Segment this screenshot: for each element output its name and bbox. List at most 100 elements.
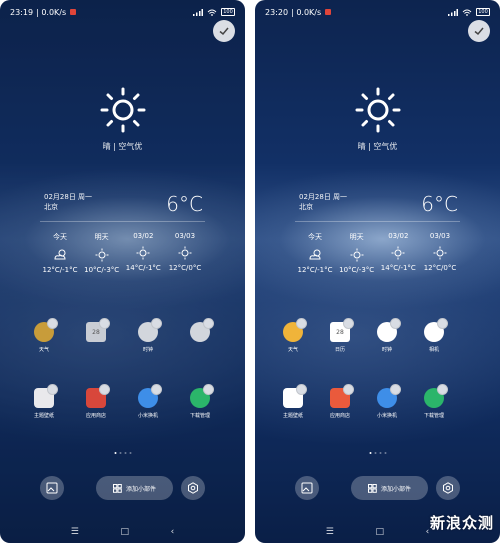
current-temp: 6°C — [166, 192, 203, 216]
current-temp: 6°C — [421, 192, 458, 216]
add-widget-button[interactable]: 添加小部件 — [96, 476, 173, 500]
settings-button[interactable] — [436, 476, 460, 500]
select-badge[interactable] — [296, 318, 307, 329]
date-label: 02月28日 周一 — [299, 193, 348, 201]
theme-app-icon — [283, 384, 307, 408]
app-label: 时钟 — [381, 347, 392, 353]
bottom-bar: 添加小部件 — [295, 476, 460, 500]
app-label: 小米换机 — [376, 413, 397, 419]
back-icon[interactable]: ‹ — [171, 527, 175, 537]
menu-icon[interactable]: ☰ — [326, 527, 334, 537]
forecast-row: 今天 12°C/-1°C 明天 10°C/-3°C 03/02 14°C/-1°… — [40, 232, 205, 274]
record-icon — [325, 9, 332, 15]
forecast-label: 明天 — [349, 233, 364, 241]
app-calendar[interactable]: 28 日历 — [320, 318, 360, 353]
confirm-button[interactable] — [213, 20, 235, 42]
image-icon — [46, 482, 58, 494]
app-label: 应用商店 — [85, 413, 106, 419]
app-theme[interactable]: 主题壁纸 — [273, 384, 313, 419]
status-sep: | — [291, 7, 294, 17]
select-badge[interactable] — [47, 384, 58, 395]
select-badge[interactable] — [203, 318, 214, 329]
theme-app-icon — [34, 384, 58, 408]
app-store[interactable]: 应用商店 — [76, 384, 116, 419]
forecast-range: 10°C/-3°C — [339, 266, 375, 274]
record-icon — [70, 9, 77, 15]
app-clock[interactable]: 时钟 — [367, 318, 407, 353]
sun-icon — [433, 246, 447, 260]
status-sep: | — [36, 7, 39, 17]
app-camera[interactable]: 相机 — [414, 318, 454, 353]
app-migrate[interactable]: 小米换机 — [128, 384, 168, 419]
app-theme[interactable]: 主题壁纸 — [24, 384, 64, 419]
phone-screen-left: 23:19 | 0.0K/s 100 晴 | 空气优 02月28日 周一 北京 … — [0, 0, 245, 543]
city-label: 北京 — [44, 203, 58, 211]
forecast-day: 03/03 12°C/0°C — [165, 232, 205, 274]
select-badge[interactable] — [151, 318, 162, 329]
app-weather[interactable]: 天气 — [24, 318, 64, 353]
download-app-icon — [424, 384, 448, 408]
wallpaper-button[interactable] — [40, 476, 64, 500]
camera-app-icon — [424, 318, 448, 342]
gear-icon — [188, 482, 198, 494]
select-badge[interactable] — [99, 384, 110, 395]
confirm-button[interactable] — [468, 20, 490, 42]
select-badge[interactable] — [343, 318, 354, 329]
select-badge[interactable] — [203, 384, 214, 395]
app-migrate[interactable]: 小米换机 — [367, 384, 407, 419]
check-icon — [219, 27, 229, 36]
date-block: 02月28日 周一 北京 — [44, 192, 92, 212]
app-weather[interactable]: 天气 — [273, 318, 313, 353]
cloud-sun-icon — [53, 248, 67, 262]
home-icon[interactable]: □ — [120, 527, 129, 537]
app-label: 天气 — [38, 347, 49, 353]
select-badge[interactable] — [390, 384, 401, 395]
page-dot — [114, 452, 116, 454]
select-badge[interactable] — [343, 384, 354, 395]
sun-icon — [178, 246, 192, 260]
weather-condition: 晴 | 空气优 — [102, 142, 143, 151]
page-indicator — [114, 452, 131, 454]
wallpaper-button[interactable] — [295, 476, 319, 500]
app-label: 下载管理 — [423, 413, 444, 419]
status-bar: 23:19 | 0.0K/s 100 — [10, 6, 235, 18]
home-icon[interactable]: □ — [375, 527, 384, 537]
menu-icon[interactable]: ☰ — [71, 527, 79, 537]
calendar-app-icon: 28 — [330, 318, 354, 342]
app-downloads[interactable]: 下载管理 — [414, 384, 454, 419]
weather-app-icon — [283, 318, 307, 342]
add-widget-button[interactable]: 添加小部件 — [351, 476, 428, 500]
select-badge[interactable] — [437, 384, 448, 395]
sun-icon — [95, 248, 109, 262]
select-badge[interactable] — [296, 384, 307, 395]
select-badge[interactable] — [390, 318, 401, 329]
forecast-range: 12°C/0°C — [423, 264, 457, 272]
forecast-day: 03/02 14°C/-1°C — [378, 232, 418, 274]
divider — [295, 221, 460, 222]
forecast-day: 明天 10°C/-3°C — [337, 232, 377, 274]
app-camera[interactable] — [180, 318, 220, 346]
select-badge[interactable] — [437, 318, 448, 329]
app-label: 小米换机 — [137, 413, 158, 419]
settings-button[interactable] — [181, 476, 205, 500]
battery-icon: 100 — [476, 8, 490, 16]
calendar-day: 28 — [336, 328, 344, 336]
signal-icon — [193, 8, 203, 16]
app-clock[interactable]: 时钟 — [128, 318, 168, 353]
forecast-range: 12°C/0°C — [168, 264, 202, 272]
app-downloads[interactable]: 下载管理 — [180, 384, 220, 419]
forecast-day: 03/02 14°C/-1°C — [123, 232, 163, 274]
forecast-day: 03/03 12°C/0°C — [420, 232, 460, 274]
wifi-icon — [207, 9, 217, 16]
back-icon[interactable]: ‹ — [426, 527, 430, 537]
select-badge[interactable] — [151, 384, 162, 395]
add-widget-label: 添加小部件 — [125, 485, 156, 493]
app-label: 应用商店 — [329, 413, 350, 419]
select-badge[interactable] — [47, 318, 58, 329]
app-store[interactable]: 应用商店 — [320, 384, 360, 419]
select-badge[interactable] — [99, 318, 110, 329]
status-speed: 0.0K/s — [296, 7, 322, 17]
app-calendar[interactable]: 28 — [76, 318, 116, 346]
signal-icon — [448, 8, 458, 16]
date-block: 02月28日 周一 北京 — [299, 192, 347, 212]
